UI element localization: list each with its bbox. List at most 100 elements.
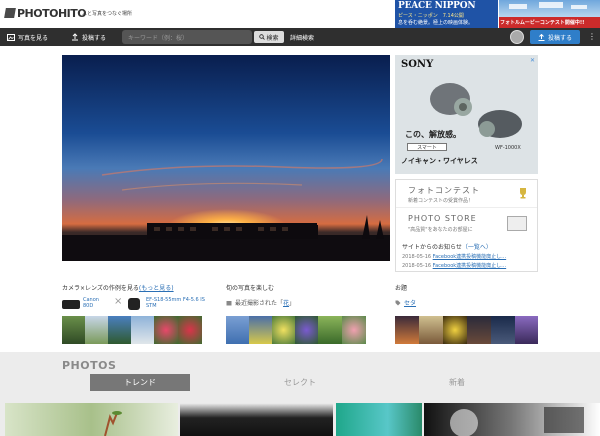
hero-sunset-train-image [62,158,390,261]
advanced-search-link[interactable]: 詳細検索 [290,28,314,46]
camera-lens-title-text: カメラ×レンズの作例を見る [62,285,139,292]
photo-icon [7,33,15,41]
store-title: PHOTO STORE [408,214,477,223]
news-item: 2018-05-16 Facebook連携投稿機能廃止し… [402,262,534,269]
logo-text: PHOTOHITO [17,6,87,20]
browse-photos-label: 写真を見る [18,34,49,42]
seasonal-feature: 旬の写真を楽しむ 最近撮影された「花」 [226,283,295,307]
season-photo[interactable] [226,316,249,344]
sony-advertisement[interactable]: SONY ✕ この、解放感。 スマート WF-1000X ノイキャン・ワイヤレス [395,55,538,174]
theme-photo[interactable] [491,316,515,344]
season-photo[interactable] [272,316,295,344]
seasonal-suffix: 」 [289,300,296,307]
ad-smart-label: スマート [407,143,447,151]
browse-photos-link[interactable]: 写真を見る [7,28,48,46]
theme-feature: お題 セタ [395,283,416,307]
camera-lens-pair[interactable]: Canon 80D × EF-S18-55mm F4-5.6 IS STM [62,296,222,312]
theme-photo-strip[interactable] [395,316,538,344]
search-icon [259,34,266,40]
grid-photo[interactable] [424,403,600,436]
site-tagline: 人と写真をつなぐ場所 [82,11,133,17]
brand-bar: PHOTOHITO 人と写真をつなぐ場所 PEACE NIPPON ピース・ニッ… [0,0,600,29]
lens-name-line2: STM [146,303,157,309]
theme-photo[interactable] [443,316,467,344]
theme-photo[interactable] [395,316,419,344]
banner-line1: ピース・ニッポン 7.14公開 [398,13,464,19]
site-news: サイトからのお知らせ（一覧へ） 2018-05-16 Facebook連携投稿機… [402,242,534,269]
theme-photo[interactable] [467,316,491,344]
search-button[interactable]: 検索 [254,31,284,43]
photo-store-link[interactable]: PHOTO STORE "高品質"をあなたのお部屋に [396,209,537,236]
logo-mark-icon [4,8,16,18]
advanced-search-label: 詳細検索 [290,34,315,42]
news-date: 2018-05-16 [402,263,432,269]
camera-sample-strip[interactable] [62,316,202,344]
seasonal-subtitle: 最近撮影された「花」 [226,298,295,307]
tab-new[interactable]: 新着 [407,374,507,391]
theme-photo[interactable] [515,316,538,344]
ad-model: WF-1000X [495,145,521,151]
upload-label: 投稿する [82,34,107,42]
camera-icon [62,300,80,309]
seasonal-photo-strip[interactable] [226,316,366,344]
contest-title: フォトコンテスト [408,186,480,195]
peace-nippon-banner[interactable]: PEACE NIPPON ピース・ニッポン 7.14公開 息を呑む絶景。極上の映… [395,0,498,28]
sample-photo[interactable] [131,316,154,344]
sample-photo[interactable] [85,316,108,344]
grid-photo[interactable] [336,403,422,436]
sidebar-box: フォトコンテスト 新着コンテストの受賞作品！ PHOTO STORE "高品質"… [395,179,538,272]
news-list-link[interactable]: （一覧へ） [462,244,492,251]
user-avatar[interactable] [510,30,524,44]
camera-lens-title: カメラ×レンズの作例を見る(もっと見る) [62,283,174,292]
photo-contest-link[interactable]: フォトコンテスト 新着コンテストの受賞作品！ [396,180,537,208]
upload-icon [72,33,78,41]
nav-bar: 写真を見る 投稿する キーワード（例：桜） 検索 詳細検索 投稿する ⋮ [0,28,600,46]
contest-subtitle: 新着コンテストの受賞作品！ [408,198,474,204]
post-button-label: 投稿する [547,34,572,42]
banner-title: PEACE NIPPON [398,1,476,11]
ad-close-icon[interactable]: ✕ [530,57,535,64]
tab-trend[interactable]: トレンド [90,374,190,391]
upload-link[interactable]: 投稿する [71,28,106,46]
news-link[interactable]: Facebook連携投稿機能廃止し… [433,263,507,269]
seasonal-title: 旬の写真を楽しむ [226,285,275,292]
sample-photo[interactable] [154,316,178,344]
theme-photo[interactable] [419,316,443,344]
hero-photo[interactable] [62,55,390,261]
theme-subtitle: セタ [395,298,416,307]
ad-copy-1: この、解放感。 [405,130,461,139]
monochrome-image [450,407,584,436]
camera-name-line2: 80D [83,303,94,309]
sample-photo[interactable] [108,316,131,344]
store-subtitle: "高品質"をあなたのお部屋に [408,227,473,233]
grid-photo[interactable] [5,403,178,436]
search-input[interactable]: キーワード（例：桜） [122,30,252,44]
season-photo[interactable] [318,316,342,344]
photo-contest-banner[interactable]: フォトルムービーコンテスト開催中!! [499,0,600,28]
camera-more-link[interactable]: (もっと見る) [139,285,174,292]
sample-photo[interactable] [178,316,202,344]
tab-select[interactable]: セレクト [250,374,350,391]
news-link[interactable]: Facebook連携投稿機能廃止し… [433,254,507,260]
season-photo[interactable] [249,316,272,344]
more-menu-icon[interactable]: ⋮ [588,32,596,41]
lens-name: EF-S18-55mm F4-5.6 IS STM [146,297,205,309]
site-logo[interactable]: PHOTOHITO [4,6,87,20]
theme-title: お題 [395,285,408,292]
ad-copy-2: ノイキャン・ワイヤレス [401,157,478,165]
sample-photo[interactable] [62,316,85,344]
season-photo[interactable] [295,316,318,344]
seasonal-prefix: 最近撮影された「 [235,300,284,307]
banner-line2: 息を呑む絶景。極上の映画体験。 [398,20,474,26]
store-frame-icon [507,216,527,231]
news-date: 2018-05-16 [402,254,432,260]
trophy-icon [520,188,526,199]
grid-photo[interactable] [180,403,333,436]
season-photo[interactable] [342,316,366,344]
news-title: サイトからのお知らせ [402,244,462,251]
photo-grid-row [0,403,600,436]
theme-tag-link[interactable]: セタ [404,298,416,307]
upload-icon [538,33,545,41]
news-heading: サイトからのお知らせ（一覧へ） [402,242,534,251]
post-button[interactable]: 投稿する [530,30,580,44]
